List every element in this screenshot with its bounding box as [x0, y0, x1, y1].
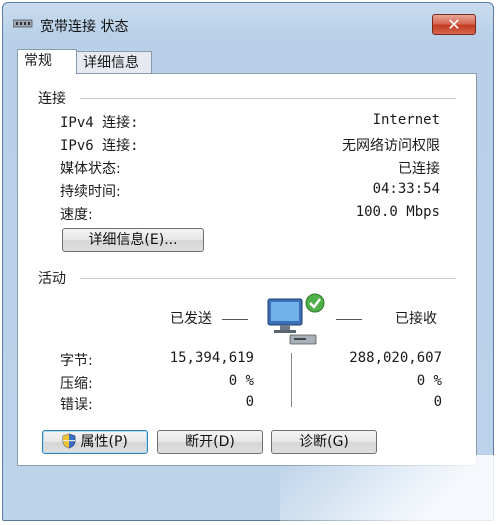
errors-sent-value: 0 — [245, 394, 254, 410]
close-icon: ✕ — [447, 15, 461, 34]
properties-label: 属性(P) — [80, 434, 128, 450]
details-button[interactable]: 详细信息(E)... — [62, 228, 204, 252]
ipv6-label: IPv6 连接: — [60, 138, 139, 154]
window-title: 宽带连接 状态 — [40, 19, 129, 35]
watermark-fade — [280, 455, 500, 525]
activity-separator — [291, 353, 292, 407]
compression-received-value: 0 % — [416, 373, 442, 389]
ipv4-value: Internet — [372, 112, 440, 128]
errors-label: 错误: — [60, 397, 93, 413]
speed-label: 速度: — [60, 207, 93, 223]
duration-value: 04:33:54 — [372, 181, 440, 197]
network-adapter-icon — [13, 19, 33, 28]
bytes-sent-value: 15,394,619 — [169, 350, 254, 366]
properties-button[interactable]: 属性(P) — [42, 430, 148, 454]
activity-heading: 活动 — [38, 271, 66, 287]
sent-label: 已发送 — [170, 311, 212, 327]
media-state-label: 媒体状态: — [60, 161, 121, 177]
compression-sent-value: 0 % — [228, 373, 254, 389]
title-bar[interactable]: 宽带连接 状态 ✕ — [3, 3, 493, 39]
errors-received-value: 0 — [433, 394, 442, 410]
disconnect-button[interactable]: 断开(D) — [157, 430, 263, 454]
activity-divider — [80, 278, 456, 279]
ipv4-label: IPv4 连接: — [60, 115, 139, 131]
connection-divider — [80, 98, 456, 99]
tab-details[interactable]: 详细信息 — [76, 51, 152, 73]
duration-label: 持续时间: — [60, 184, 121, 200]
bytes-label: 字节: — [60, 353, 93, 369]
network-computer-icon — [267, 293, 325, 345]
compression-label: 压缩: — [60, 376, 93, 392]
diagnose-button[interactable]: 诊断(G) — [271, 430, 377, 454]
ipv6-value: 无网络访问权限 — [342, 138, 440, 154]
tab-general[interactable]: 常规 — [17, 49, 77, 74]
close-button[interactable]: ✕ — [432, 14, 476, 35]
bytes-received-value: 288,020,607 — [349, 350, 442, 366]
general-panel: 连接 IPv4 连接: Internet IPv6 连接: 无网络访问权限 媒体… — [17, 73, 477, 466]
received-label: 已接收 — [395, 311, 437, 327]
status-window: 宽带连接 状态 ✕ 常规 详细信息 连接 IPv4 连接: Internet I… — [2, 2, 494, 521]
shield-icon — [62, 433, 76, 449]
sent-dash — [222, 319, 248, 320]
media-state-value: 已连接 — [398, 161, 440, 177]
received-dash — [336, 319, 362, 320]
speed-value: 100.0 Mbps — [355, 204, 440, 220]
connection-heading: 连接 — [38, 91, 66, 107]
